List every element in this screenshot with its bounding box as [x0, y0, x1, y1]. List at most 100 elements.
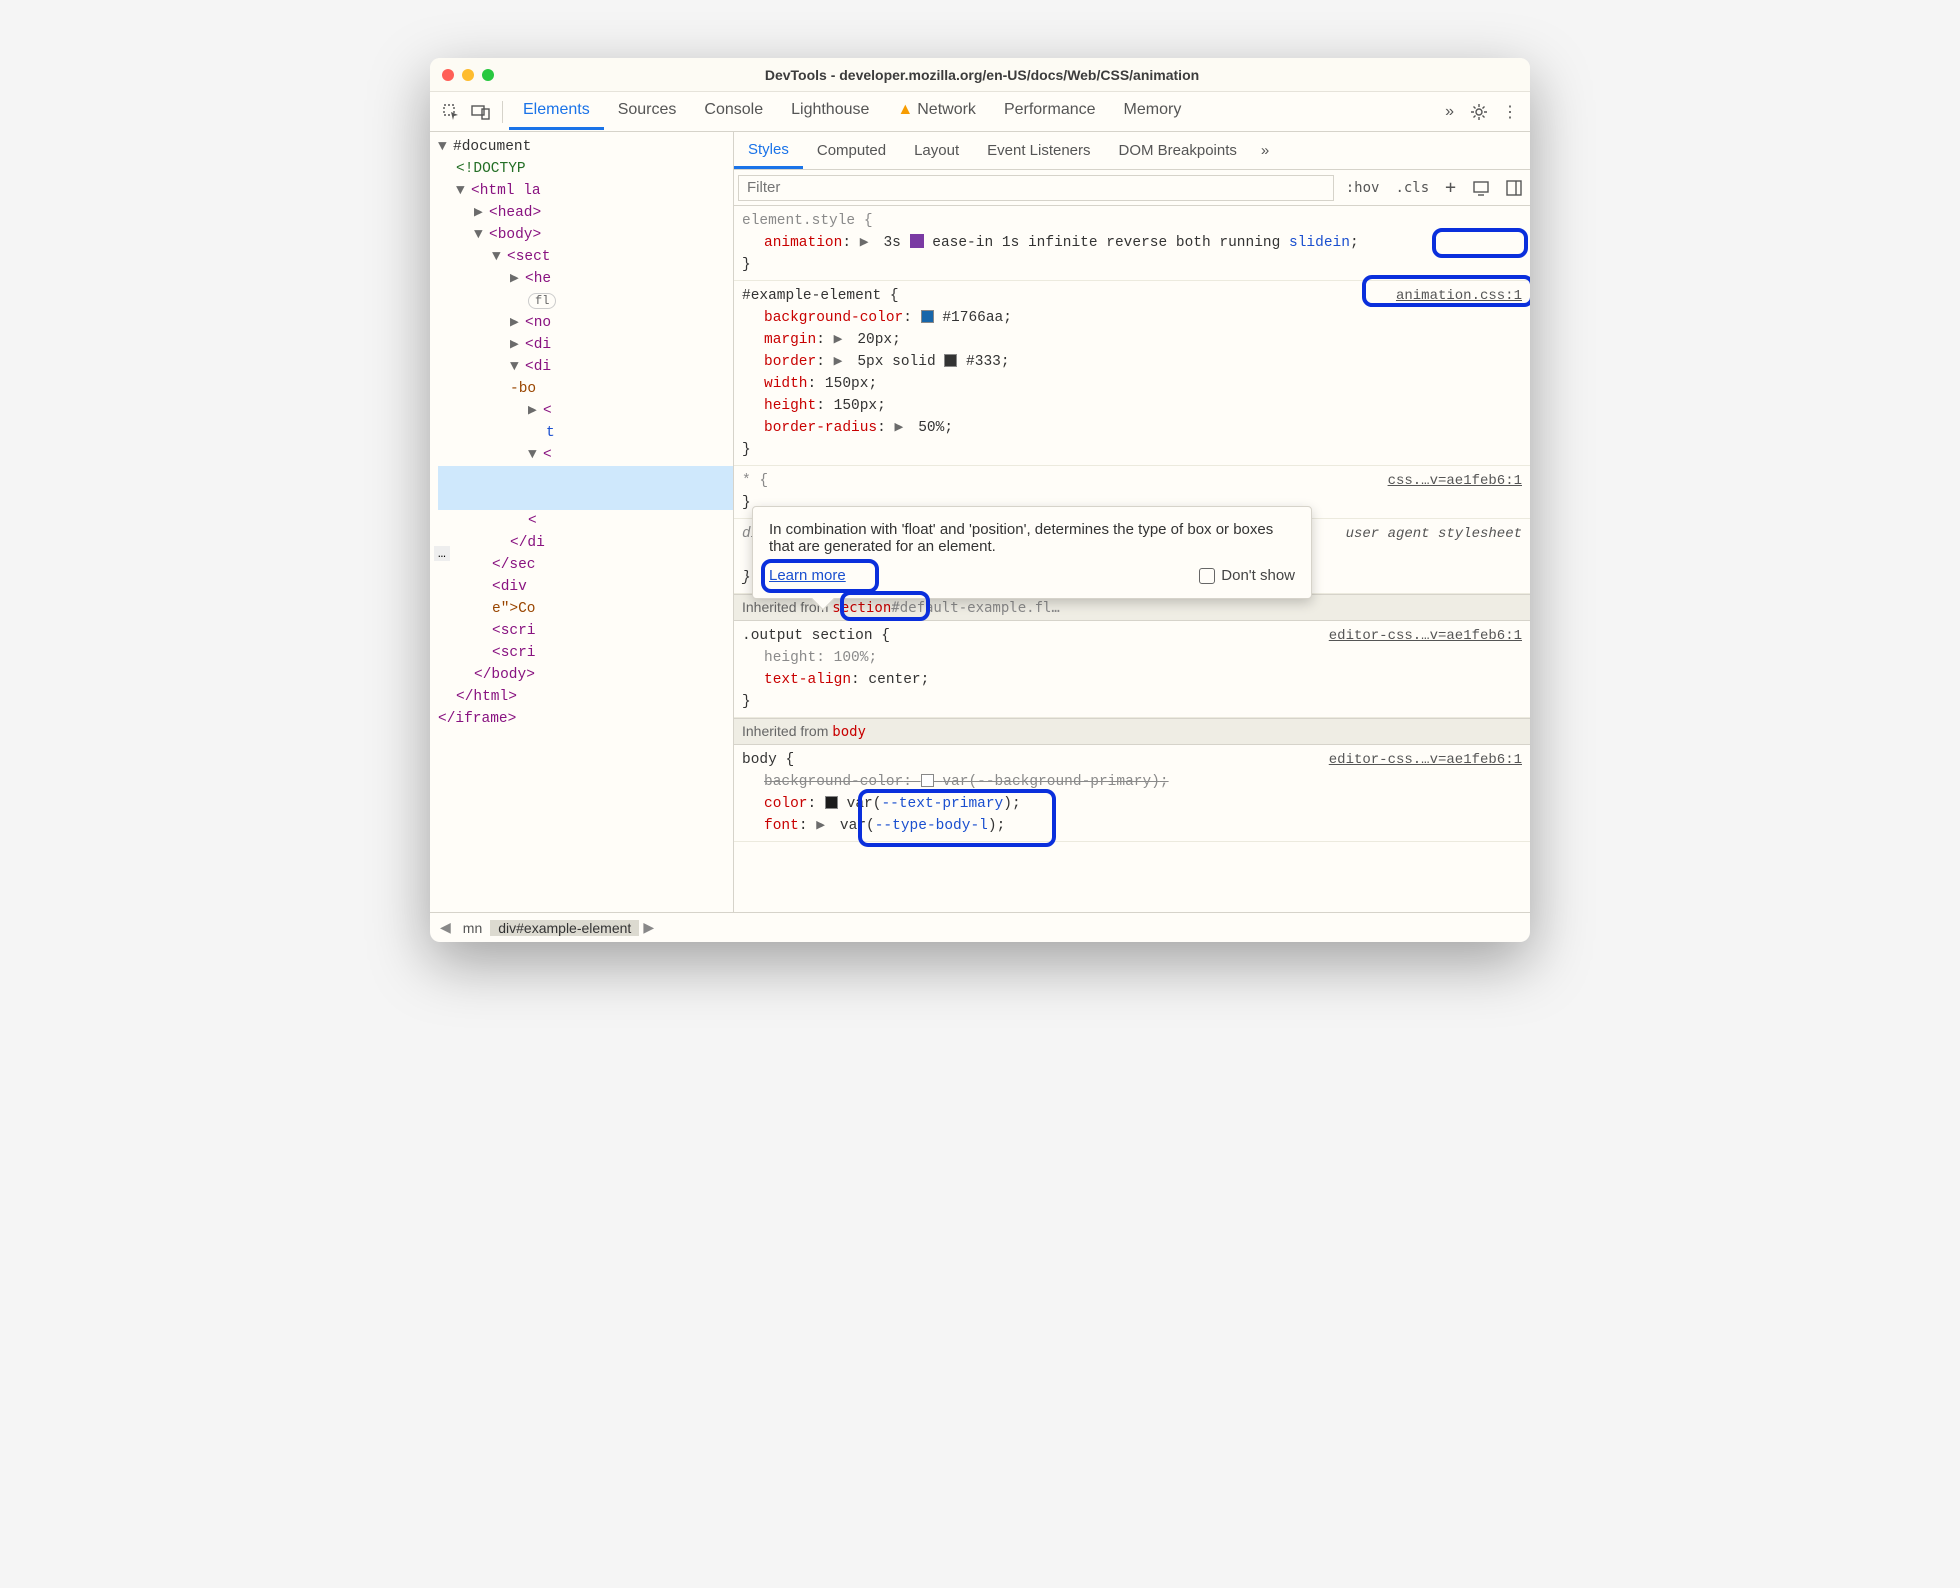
tab-sources[interactable]: Sources — [604, 93, 691, 130]
dom-close-sec[interactable]: </sec — [492, 557, 536, 573]
dom-close-div[interactable]: </di — [510, 535, 545, 551]
inherited-tag-section[interactable]: section — [832, 600, 891, 616]
source-link-css[interactable]: css.…v=ae1feb6:1 — [1388, 470, 1522, 492]
breadcrumb-left-icon[interactable]: ◀ — [436, 919, 455, 936]
dom-div2[interactable]: <di — [525, 359, 551, 375]
dom-html-close[interactable]: </html> — [456, 689, 517, 705]
tab-performance[interactable]: Performance — [990, 93, 1110, 130]
inspect-icon[interactable] — [436, 97, 466, 127]
dom-attr-bo[interactable]: -bo — [510, 381, 536, 397]
dom-text-t[interactable]: t — [546, 425, 555, 441]
subtab-computed[interactable]: Computed — [803, 134, 900, 167]
animation-name-link[interactable]: slidein — [1289, 235, 1350, 251]
dom-html[interactable]: <html la — [471, 183, 541, 199]
rule-body[interactable]: editor-css.…v=ae1feb6:1 body { backgroun… — [734, 745, 1530, 842]
more-tabs-icon[interactable]: » — [1437, 103, 1462, 121]
subtab-event-listeners[interactable]: Event Listeners — [973, 134, 1104, 167]
inherited-tag-body[interactable]: body — [832, 724, 866, 740]
rule-example-element[interactable]: animation.css:1 #example-element { backg… — [734, 281, 1530, 466]
subtab-styles[interactable]: Styles — [734, 133, 803, 169]
dom-script2[interactable]: <scri — [492, 645, 536, 661]
cls-button[interactable]: .cls — [1387, 180, 1437, 196]
expand-icon[interactable]: ▶ — [860, 232, 872, 254]
dom-div1[interactable]: <di — [525, 337, 551, 353]
window-title: DevTools - developer.mozilla.org/en-US/d… — [494, 67, 1470, 83]
filter-bar: :hov .cls + — [734, 170, 1530, 206]
dom-head[interactable]: <head> — [489, 205, 541, 221]
warning-icon: ▲ — [897, 101, 913, 118]
tab-elements[interactable]: Elements — [509, 93, 604, 130]
minimize-icon[interactable] — [462, 69, 474, 81]
css-var-type-body-l[interactable]: --type-body-l — [875, 818, 988, 834]
easing-icon[interactable] — [910, 234, 924, 248]
expand-icon[interactable]: ▶ — [834, 351, 846, 373]
elstyle-selector: element.style { — [742, 210, 1522, 232]
subtab-dom-breakpoints[interactable]: DOM Breakpoints — [1105, 134, 1251, 167]
dom-attr-eco[interactable]: e">Co — [492, 601, 536, 617]
dom-iframe-close[interactable]: </iframe> — [438, 711, 516, 727]
styles-subtabs: Styles Computed Layout Event Listeners D… — [734, 132, 1530, 170]
dom-tree-panel: ▼#document <!DOCTYP ▼<html la ▶<head> ▼<… — [430, 132, 734, 912]
dont-show-checkbox[interactable]: Don't show — [1199, 567, 1295, 584]
dom-breadcrumb: ◀ mn div#example-element ▶ — [430, 912, 1530, 942]
dom-selected-row[interactable] — [438, 466, 733, 510]
dom-section[interactable]: <sect — [507, 249, 551, 265]
source-link-animation-css[interactable]: animation.css:1 — [1396, 285, 1522, 307]
dom-body-close[interactable]: </body> — [474, 667, 535, 683]
expand-icon[interactable]: ▶ — [895, 417, 907, 439]
breadcrumb-right-icon[interactable]: ▶ — [639, 919, 658, 936]
color-swatch-icon[interactable] — [921, 774, 934, 787]
ua-stylesheet-label: user agent stylesheet — [1346, 523, 1522, 545]
tab-network[interactable]: ▲Network — [883, 93, 990, 130]
dom-child2[interactable]: < — [543, 447, 552, 463]
breadcrumb-selected[interactable]: div#example-element — [490, 920, 639, 936]
css-var-text-primary[interactable]: --text-primary — [881, 796, 1003, 812]
source-link-editor-css-2[interactable]: editor-css.…v=ae1feb6:1 — [1329, 749, 1522, 771]
source-link-editor-css[interactable]: editor-css.…v=ae1feb6:1 — [1329, 625, 1522, 647]
learn-more-link[interactable]: Learn more — [769, 567, 846, 584]
dom-noscript[interactable]: <no — [525, 315, 551, 331]
dom-script1[interactable]: <scri — [492, 623, 536, 639]
rule-element-style[interactable]: element.style { animation: ▶ 3s ease-in … — [734, 206, 1530, 281]
rule-output-section[interactable]: editor-css.…v=ae1feb6:1 .output section … — [734, 621, 1530, 718]
checkbox-icon — [1199, 568, 1215, 584]
subtab-more-icon[interactable]: » — [1251, 142, 1279, 159]
color-swatch-icon[interactable] — [944, 354, 957, 367]
prop-animation[interactable]: animation — [764, 235, 842, 251]
device-icon[interactable] — [466, 97, 496, 127]
tab-memory[interactable]: Memory — [1110, 93, 1196, 130]
color-swatch-icon[interactable] — [921, 310, 934, 323]
new-rule-icon[interactable]: + — [1437, 177, 1464, 198]
settings-icon[interactable] — [1462, 103, 1496, 121]
expand-icon[interactable]: ▶ — [834, 329, 846, 351]
tooltip-text: In combination with 'float' and 'positio… — [769, 521, 1295, 555]
tab-lighthouse[interactable]: Lighthouse — [777, 93, 883, 130]
main-tabs: Elements Sources Console Lighthouse ▲Net… — [509, 93, 1195, 130]
styles-panel: Styles Computed Layout Event Listeners D… — [734, 132, 1530, 912]
styles-body: element.style { animation: ▶ 3s ease-in … — [734, 206, 1530, 912]
filter-input[interactable] — [738, 175, 1334, 201]
dom-header[interactable]: <he — [525, 271, 551, 287]
breadcrumb-item[interactable]: mn — [455, 920, 490, 936]
device-mode-icon[interactable] — [1464, 180, 1498, 196]
color-swatch-icon[interactable] — [825, 796, 838, 809]
dom-body[interactable]: <body> — [489, 227, 541, 243]
expand-icon[interactable]: ▶ — [816, 815, 828, 837]
dom-close1[interactable]: < — [528, 513, 537, 529]
panel-toggle-icon[interactable] — [1498, 180, 1530, 196]
subtab-layout[interactable]: Layout — [900, 134, 973, 167]
dom-child1[interactable]: < — [543, 403, 552, 419]
dom-ellipsis[interactable]: … — [434, 546, 450, 561]
kebab-icon[interactable]: ⋮ — [1496, 102, 1524, 122]
hov-button[interactable]: :hov — [1338, 180, 1388, 196]
dom-badge[interactable]: fl — [528, 293, 556, 309]
dom-div-open[interactable]: <div — [492, 579, 527, 595]
titlebar: DevTools - developer.mozilla.org/en-US/d… — [430, 58, 1530, 92]
inherited-from-body: Inherited from body — [734, 718, 1530, 745]
tab-console[interactable]: Console — [690, 93, 777, 130]
main-toolbar: Elements Sources Console Lighthouse ▲Net… — [430, 92, 1530, 132]
dom-document[interactable]: #document — [453, 139, 531, 155]
dom-doctype[interactable]: <!DOCTYP — [456, 161, 526, 177]
maximize-icon[interactable] — [482, 69, 494, 81]
close-icon[interactable] — [442, 69, 454, 81]
